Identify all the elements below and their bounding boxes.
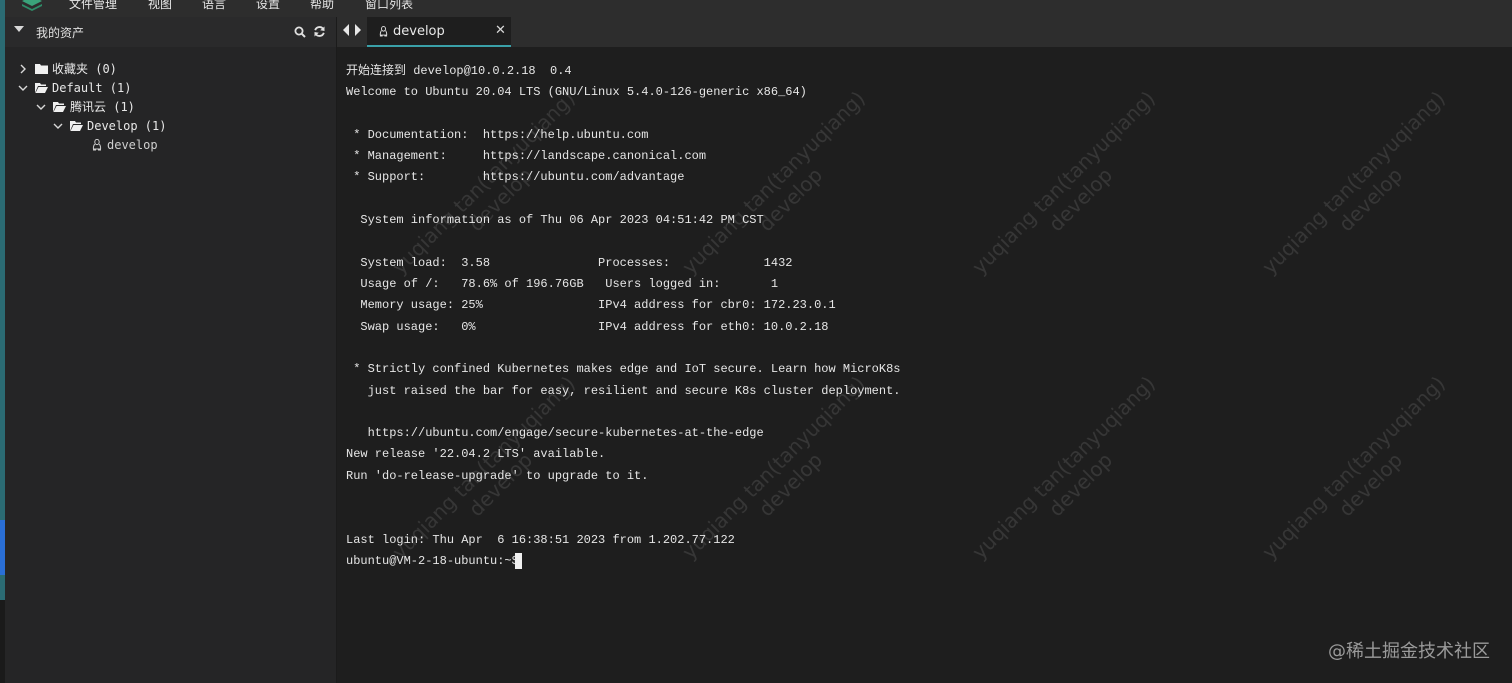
folder-open-icon <box>35 83 48 93</box>
tree-item-tencent-cloud[interactable]: 腾讯云 (1) <box>35 97 135 116</box>
terminal-line: Last login: Thu Apr 6 16:38:51 2023 from… <box>346 533 735 547</box>
tree-item-favorites[interactable]: 收藏夹 (0) <box>17 59 117 78</box>
terminal-line: Usage of /: 78.6% of 196.76GB Users logg… <box>346 277 779 291</box>
app-logo-icon <box>22 0 42 11</box>
terminal-line: * Support: https://ubuntu.com/advantage <box>346 170 685 184</box>
watermark-line: develop <box>1333 447 1408 522</box>
chevron-right-icon <box>20 64 26 73</box>
refresh-icon[interactable] <box>313 25 326 38</box>
terminal-line: Welcome to Ubuntu 20.04 LTS (GNU/Linux 5… <box>346 85 807 99</box>
watermark-line: develop <box>753 447 828 522</box>
tab-label: develop <box>393 24 445 39</box>
terminal-line: Memory usage: 25% IPv4 address for cbr0:… <box>346 298 836 312</box>
tab-bar: develop ✕ <box>337 17 1512 47</box>
collapse-caret-icon[interactable] <box>14 26 24 32</box>
tree-item-label: develop <box>107 137 158 152</box>
tree-item-label: Default (1) <box>52 80 132 95</box>
menu-language[interactable]: 语言 <box>202 0 226 12</box>
tree-item-label: 腾讯云 (1) <box>70 100 135 114</box>
watermark: yuqiang tan(tanyuqiang) develop <box>1242 71 1481 310</box>
terminal-line: 开始连接到 develop@10.0.2.18 0.4 <box>346 64 572 78</box>
tree-item-default[interactable]: Default (1) <box>17 78 131 97</box>
watermark: yuqiang tan(tanyuqiang) develop <box>952 356 1191 595</box>
terminal-line: Swap usage: 0% IPv4 address for eth0: 10… <box>346 320 829 334</box>
watermark-line: yuqiang tan(tanyuqiang) <box>1257 86 1450 279</box>
sidebar-header: 我的资产 <box>5 17 336 47</box>
terminal-line: New release '22.04.2 LTS' available. <box>346 447 606 461</box>
folder-icon <box>35 64 48 74</box>
close-icon[interactable]: ✕ <box>495 23 506 38</box>
terminal-line: System information as of Thu 06 Apr 2023… <box>346 213 764 227</box>
watermark-line: yuqiang tan(tanyuqiang) <box>967 371 1160 564</box>
tree-item-label: 收藏夹 (0) <box>52 62 117 76</box>
terminal-line: https://ubuntu.com/engage/secure-kuberne… <box>346 426 764 440</box>
tree-item-label: Develop (1) <box>87 118 167 133</box>
source-credit: @稀土掘金技术社区 <box>1328 641 1490 662</box>
menu-settings[interactable]: 设置 <box>256 0 280 12</box>
tab-develop[interactable]: develop ✕ <box>367 17 511 47</box>
chevron-down-icon <box>36 104 46 110</box>
terminal-line: * Documentation: https://help.ubuntu.com <box>346 128 649 142</box>
tree-item-develop-host[interactable]: develop <box>92 135 158 154</box>
folder-open-icon <box>70 121 83 131</box>
watermark-line: yuqiang tan(tanyuqiang) <box>1257 371 1450 564</box>
watermark-line: yuqiang tan(tanyuqiang) <box>967 86 1160 279</box>
watermark-line: develop <box>1333 162 1408 237</box>
watermark-line: develop <box>1043 447 1118 522</box>
terminal-line: * Management: https://landscape.canonica… <box>346 149 707 163</box>
menu-help[interactable]: 帮助 <box>310 0 334 12</box>
search-icon[interactable] <box>294 26 306 38</box>
terminal-prompt: ubuntu@VM-2-18-ubuntu:~$ <box>346 554 527 568</box>
tab-scroll-arrows-icon[interactable] <box>342 23 362 37</box>
terminal-output[interactable]: 开始连接到 develop@10.0.2.18 0.4 Welcome to U… <box>337 47 1512 683</box>
terminal-line: System load: 3.58 Processes: 1432 <box>346 256 793 270</box>
watermark-line: develop <box>1043 162 1118 237</box>
watermark: yuqiang tan(tanyuqiang) develop <box>1242 356 1481 595</box>
terminal-line: * Strictly confined Kubernetes makes edg… <box>346 362 901 376</box>
terminal-line: Run 'do-release-upgrade' to upgrade to i… <box>346 469 649 483</box>
terminal-cursor <box>515 553 522 569</box>
folder-open-icon <box>53 102 66 112</box>
menu-view[interactable]: 视图 <box>148 0 172 12</box>
asset-sidebar: 我的资产 收藏夹 (0) Default (1) 腾讯云 (1) Develop… <box>5 17 337 683</box>
menu-file-manager[interactable]: 文件管理 <box>69 0 117 12</box>
linux-icon <box>92 138 102 150</box>
watermark: yuqiang tan(tanyuqiang) develop <box>952 71 1191 310</box>
chevron-down-icon <box>53 123 63 129</box>
sidebar-title: 我的资产 <box>36 26 85 40</box>
terminal-line: just raised the bar for easy, resilient … <box>346 384 901 398</box>
menu-bar: 文件管理 视图 语言 设置 帮助 窗口列表 <box>5 0 1512 17</box>
linux-icon <box>379 26 388 37</box>
tree-item-develop-group[interactable]: Develop (1) <box>52 116 166 135</box>
menu-window-list[interactable]: 窗口列表 <box>365 0 413 12</box>
chevron-down-icon <box>18 85 28 91</box>
